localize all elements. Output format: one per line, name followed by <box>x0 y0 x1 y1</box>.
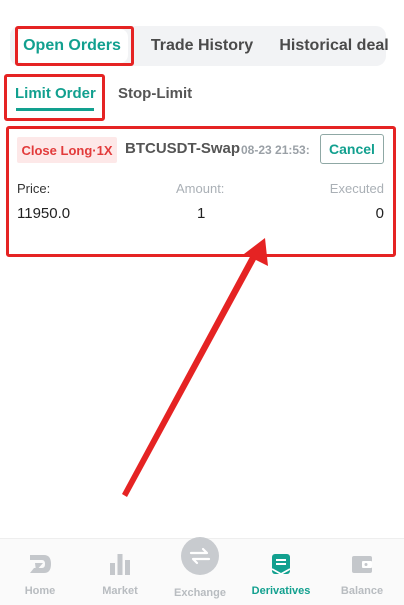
swap-arrows-icon <box>181 537 219 575</box>
nav-market-label: Market <box>102 585 138 597</box>
nav-market[interactable]: Market <box>80 539 160 605</box>
nav-home-label: Home <box>24 585 56 597</box>
nav-balance[interactable]: Balance <box>322 539 402 605</box>
document-icon <box>268 551 294 577</box>
home-logo-icon <box>27 551 53 577</box>
nav-exchange-label: Exchange <box>174 587 226 599</box>
nav-derivatives[interactable]: Derivatives <box>241 539 321 605</box>
nav-home[interactable]: Home <box>0 539 80 605</box>
nav-exchange[interactable]: Exchange <box>160 537 240 605</box>
nav-derivatives-label: Derivatives <box>251 585 311 597</box>
nav-balance-label: Balance <box>340 585 384 597</box>
bar-chart-icon <box>107 551 133 577</box>
wallet-icon <box>349 551 375 577</box>
bottom-nav: Home Market Exchange Derivatives Balance <box>0 537 404 605</box>
annotation-arrow <box>122 238 268 497</box>
